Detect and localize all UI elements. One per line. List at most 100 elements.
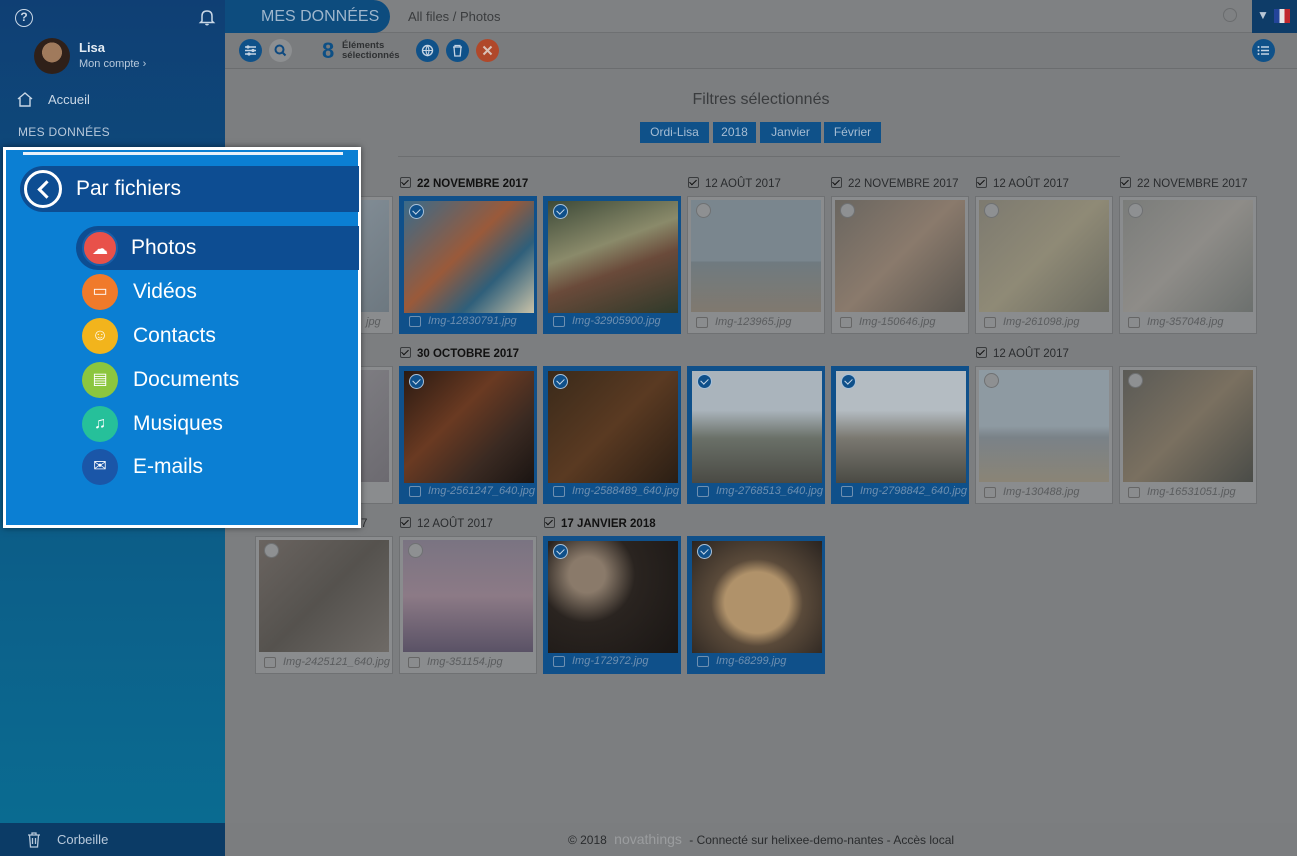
checkbox-icon[interactable]	[409, 374, 424, 389]
checkbox-icon[interactable]	[553, 374, 568, 389]
delete-button[interactable]	[446, 39, 469, 62]
photo-card[interactable]: Img-2425121_640.jpg	[255, 536, 393, 674]
date-group-header[interactable]: 30 OCTOBRE 2017	[400, 346, 519, 362]
popup-top-line	[23, 152, 343, 155]
tab-mes-donnees[interactable]: MES DONNÉES	[225, 0, 390, 33]
date-label: 12 AOÛT 2017	[417, 518, 493, 530]
photo-filename: Img-150646.jpg	[859, 316, 936, 328]
photo-card[interactable]: Img-123965.jpg	[687, 196, 825, 334]
photo-filename: Img-2588489_640.jpg	[572, 485, 679, 497]
date-group-header[interactable]: 12 AOÛT 2017	[976, 346, 1069, 362]
date-group-header[interactable]: 12 AOÛT 2017	[400, 516, 493, 532]
checkbox-icon[interactable]	[976, 347, 987, 358]
menu-item-contacts[interactable]: ☺ Contacts	[78, 314, 358, 358]
menu-item-musiques[interactable]: ♫ Musiques	[78, 402, 358, 446]
top-bar: MES DONNÉES All files / Photos ▼	[225, 0, 1297, 33]
photo-card[interactable]: Img-172972.jpg	[543, 536, 681, 674]
checkbox-icon[interactable]	[976, 177, 987, 188]
deselect-button[interactable]	[476, 39, 499, 62]
filter-chip[interactable]: Janvier	[760, 122, 821, 143]
trash-button[interactable]: Corbeille	[0, 823, 225, 856]
checkbox-icon[interactable]	[409, 204, 424, 219]
checkbox-icon[interactable]	[1128, 373, 1143, 388]
music-icon: ♫	[82, 406, 118, 442]
date-group-header[interactable]: 12 AOÛT 2017	[976, 176, 1069, 192]
checkbox-icon[interactable]	[553, 544, 568, 559]
checkbox-icon[interactable]	[841, 374, 856, 389]
photo-card[interactable]: Img-32905900.jpg	[543, 196, 681, 334]
photo-card[interactable]: Img-150646.jpg	[831, 196, 969, 334]
checkbox-icon[interactable]	[696, 203, 711, 218]
menu-item-documents[interactable]: ▤ Documents	[78, 358, 358, 402]
help-icon[interactable]: ?	[15, 9, 33, 27]
checkbox-icon[interactable]	[553, 204, 568, 219]
photo-thumbnail	[835, 200, 965, 312]
filter-chip[interactable]: Février	[824, 122, 881, 143]
photo-card[interactable]: Img-261098.jpg	[975, 196, 1113, 334]
checkbox-icon[interactable]	[1128, 203, 1143, 218]
photo-card[interactable]: Img-2798842_640.jpg	[831, 366, 969, 504]
menu-item-emails[interactable]: ✉ E-mails	[78, 445, 358, 489]
menu-item-photos[interactable]: ☁ Photos	[76, 226, 359, 270]
language-selector[interactable]: ▼	[1252, 0, 1297, 33]
photo-filename: Img-16531051.jpg	[1147, 486, 1236, 498]
checkbox-icon[interactable]	[1120, 177, 1131, 188]
popup-header: Par fichiers	[20, 166, 359, 212]
toolbar: 8 Éléments sélectionnés	[225, 33, 1297, 69]
checkbox-icon[interactable]	[688, 177, 699, 188]
photo-card[interactable]: Img-12830791.jpg	[399, 196, 537, 334]
photo-card[interactable]: Img-68299.jpg	[687, 536, 825, 674]
date-group-header[interactable]: 22 NOVEMBRE 2017	[831, 176, 959, 192]
checkbox-icon[interactable]	[544, 517, 555, 528]
checkbox-icon[interactable]	[984, 203, 999, 218]
list-icon	[1257, 46, 1269, 55]
list-view-button[interactable]	[1252, 39, 1275, 62]
checkbox-icon[interactable]	[697, 374, 712, 389]
menu-item-videos[interactable]: ▭ Vidéos	[78, 270, 358, 314]
date-group-header[interactable]: 22 NOVEMBRE 2017	[400, 176, 528, 192]
close-icon[interactable]	[1223, 8, 1237, 22]
back-arrow-icon[interactable]	[24, 170, 62, 208]
photo-thumbnail	[1123, 370, 1253, 482]
checkbox-icon[interactable]	[400, 347, 411, 358]
checkbox-icon[interactable]	[697, 544, 712, 559]
share-button[interactable]	[416, 39, 439, 62]
checkbox-icon[interactable]	[264, 543, 279, 558]
bell-icon[interactable]	[198, 8, 216, 26]
date-group-header[interactable]: 7	[361, 516, 367, 532]
search-button[interactable]	[269, 39, 292, 62]
date-group-header[interactable]: 17 JANVIER 2018	[544, 516, 656, 532]
photo-filename: Img-32905900.jpg	[572, 315, 661, 327]
menu-item-label: Contacts	[133, 324, 216, 347]
checkbox-icon[interactable]	[840, 203, 855, 218]
menu-item-label: Documents	[133, 368, 240, 391]
menu-item-label: Photos	[131, 236, 197, 259]
date-group-header[interactable]: 12 AOÛT 2017	[688, 176, 781, 192]
search-icon	[274, 44, 287, 57]
photo-thumbnail	[1123, 200, 1253, 312]
photo-card[interactable]: Img-357048.jpg	[1119, 196, 1257, 334]
photo-card[interactable]: Img-16531051.jpg	[1119, 366, 1257, 504]
checkbox-icon[interactable]	[400, 517, 411, 528]
filter-settings-button[interactable]	[239, 39, 262, 62]
user-profile[interactable]: Lisa Mon compte ›	[34, 38, 224, 78]
account-link[interactable]: Mon compte ›	[79, 58, 146, 70]
photo-card[interactable]: Img-2588489_640.jpg	[543, 366, 681, 504]
checkbox-icon[interactable]	[408, 543, 423, 558]
home-icon	[17, 92, 33, 107]
filter-chip[interactable]: 2018	[713, 122, 756, 143]
checkbox-icon[interactable]	[984, 373, 999, 388]
globe-icon	[421, 44, 434, 57]
filter-chip[interactable]: Ordi-Lisa	[640, 122, 709, 143]
photo-card[interactable]: Img-2768513_640.jpg	[687, 366, 825, 504]
checkbox-icon[interactable]	[400, 177, 411, 188]
photo-card[interactable]: Img-351154.jpg	[399, 536, 537, 674]
date-group-header[interactable]: 22 NOVEMBRE 2017	[1120, 176, 1248, 192]
photo-filename: Img-2425121_640.jpg	[283, 656, 391, 668]
photo-card[interactable]: Img-2561247_640.jpg	[399, 366, 537, 504]
nav-home[interactable]: Accueil	[16, 89, 216, 111]
photo-card[interactable]: Img-130488.jpg	[975, 366, 1113, 504]
photo-thumbnail	[836, 371, 966, 483]
checkbox-icon[interactable]	[831, 177, 842, 188]
photo-thumbnail	[403, 540, 533, 652]
